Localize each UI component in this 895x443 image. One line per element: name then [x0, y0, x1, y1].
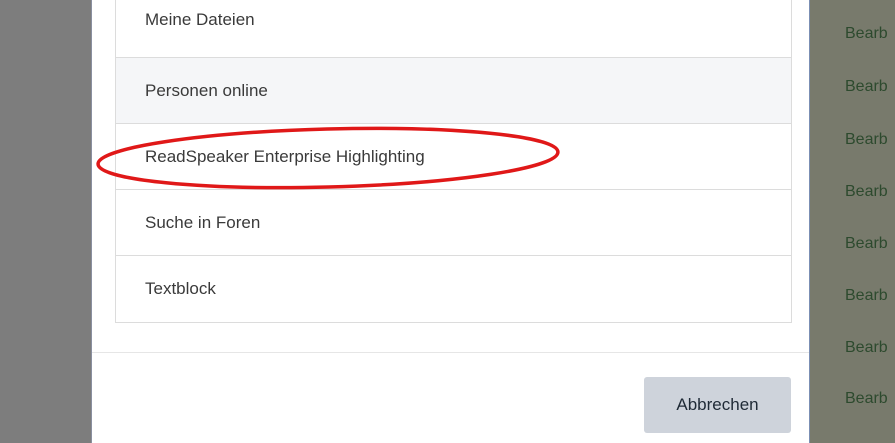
background-link[interactable]: Bearb [845, 183, 888, 201]
list-item-meine-dateien[interactable]: Meine Dateien [116, 0, 791, 58]
list-item-readspeaker[interactable]: ReadSpeaker Enterprise Highlighting [116, 124, 791, 190]
block-list: Meine Dateien Personen online ReadSpeake… [115, 0, 792, 323]
background-right-panel [809, 0, 895, 443]
add-block-modal: Meine Dateien Personen online ReadSpeake… [92, 0, 809, 443]
background-link[interactable]: Bearb [845, 287, 888, 305]
modal-footer-divider [92, 352, 809, 353]
background-link[interactable]: Bearb [845, 339, 888, 357]
background-link[interactable]: Bearb [845, 131, 888, 149]
cancel-button[interactable]: Abbrechen [644, 377, 791, 433]
background-link[interactable]: Bearb [845, 235, 888, 253]
list-item-suche-in-foren[interactable]: Suche in Foren [116, 190, 791, 256]
list-item-textblock[interactable]: Textblock [116, 256, 791, 322]
background-link[interactable]: Bearb [845, 78, 888, 96]
list-item-personen-online[interactable]: Personen online [116, 58, 791, 124]
background-link[interactable]: Bearb [845, 25, 888, 43]
background-link[interactable]: Bearb [845, 390, 888, 408]
background-left-panel [0, 0, 92, 443]
